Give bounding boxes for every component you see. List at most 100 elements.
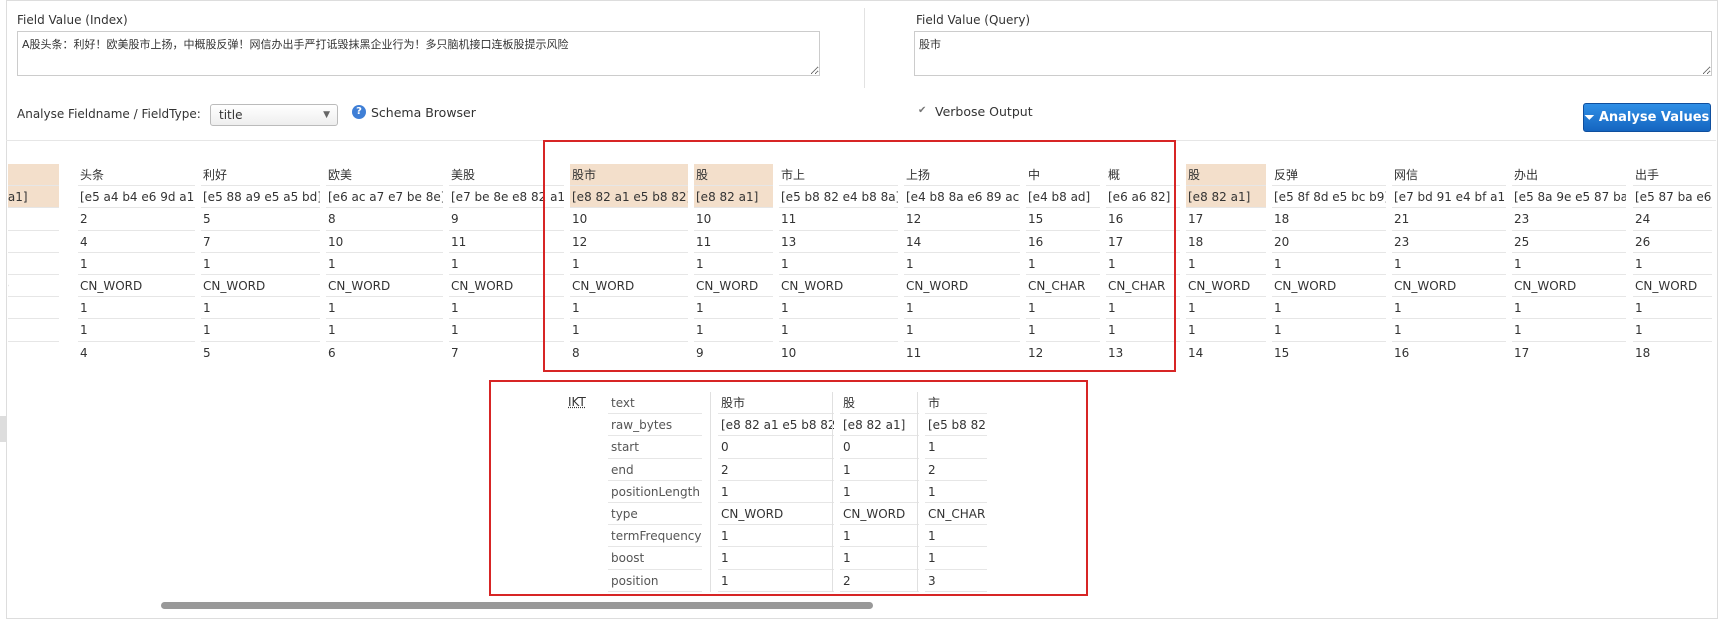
token-text: 头条 bbox=[78, 164, 195, 187]
token-tf bbox=[8, 297, 59, 320]
query-field-label: Field Value (Query) bbox=[916, 13, 1031, 27]
fieldtype-select[interactable]: title ▼ bbox=[210, 104, 338, 126]
token-column: 欧美 [e6 ac a7 e7 be 8e] 8 10 1 CN_WORD 1 1 6 bbox=[326, 164, 443, 360]
token-pos: 18 bbox=[1633, 342, 1712, 361]
token-pos: 17 bbox=[1512, 342, 1626, 361]
token-boost: 1 bbox=[1633, 319, 1712, 342]
token-text: 股 bbox=[1186, 164, 1266, 187]
token-posLen: 1 bbox=[326, 253, 443, 275]
token-end: 4 bbox=[78, 231, 195, 253]
token-pos: 15 bbox=[1272, 342, 1386, 361]
token-start: 21 bbox=[1392, 208, 1506, 231]
token-tf: 1 bbox=[326, 297, 443, 320]
token-tf: 1 bbox=[1392, 297, 1506, 320]
token-type: CN_WORD bbox=[1186, 275, 1266, 298]
token-raw: [e5 88 a9 e5 a5 bd] bbox=[201, 186, 320, 209]
token-boost: 1 bbox=[326, 319, 443, 342]
token-boost: 1 bbox=[1186, 319, 1266, 342]
analyse-values-button[interactable]: ⏷ Analyse Values bbox=[1583, 103, 1711, 132]
token-tf: 1 bbox=[201, 297, 320, 320]
fieldtype-label: Analyse Fieldname / FieldType: bbox=[17, 107, 201, 121]
token-end: 23 bbox=[1392, 231, 1506, 253]
token-start: 18 bbox=[1272, 208, 1386, 231]
panel-divider bbox=[864, 8, 865, 88]
token-end: 10 bbox=[326, 231, 443, 253]
token-type: WORD bbox=[8, 275, 59, 298]
token-end: 25 bbox=[1512, 231, 1626, 253]
token-end: 7 bbox=[201, 231, 320, 253]
token-type: CN_WORD bbox=[1512, 275, 1626, 298]
highlight-box-ikt bbox=[489, 380, 1088, 596]
token-raw: [e8 82 a1] bbox=[1186, 186, 1266, 209]
token-tf: 1 bbox=[1633, 297, 1712, 320]
horizontal-scrollbar[interactable] bbox=[161, 602, 873, 609]
query-field-textarea[interactable] bbox=[914, 31, 1712, 76]
token-tf: 1 bbox=[1186, 297, 1266, 320]
verbose-checkbox[interactable]: ✔ bbox=[918, 106, 928, 116]
token-column: 利好 [e5 88 a9 e5 a5 bd] 5 7 1 CN_WORD 1 1 5 bbox=[201, 164, 320, 360]
token-end: 26 bbox=[1633, 231, 1712, 253]
token-column: 股 [e8 82 a1] 17 18 1 CN_WORD 1 1 14 bbox=[1186, 164, 1266, 360]
token-start: 5 bbox=[201, 208, 320, 231]
token-end: 18 bbox=[1186, 231, 1266, 253]
token-posLen: 1 bbox=[1272, 253, 1386, 275]
token-text: 办出 bbox=[1512, 164, 1626, 187]
index-field-textarea[interactable] bbox=[17, 31, 820, 76]
token-raw: [e5 a4 b4 e6 9d a1] bbox=[78, 186, 195, 209]
schema-browser-link[interactable]: Schema Browser bbox=[371, 105, 476, 120]
token-posLen: 1 bbox=[1633, 253, 1712, 275]
token-raw: [e5 87 ba e6 8 bbox=[1633, 186, 1712, 209]
token-raw: [e7 bd 91 e4 bf a1] bbox=[1392, 186, 1506, 209]
token-boost: 1 bbox=[1392, 319, 1506, 342]
token-end: 20 bbox=[1272, 231, 1386, 253]
token-boost bbox=[8, 319, 59, 342]
chevron-down-icon: ▼ bbox=[323, 110, 330, 120]
token-raw: e8 82 a1] bbox=[8, 186, 59, 209]
filter-icon: ⏷ bbox=[1584, 110, 1595, 124]
token-pos: 5 bbox=[201, 342, 320, 361]
token-type: CN_WORD bbox=[1633, 275, 1712, 298]
token-tf: 1 bbox=[78, 297, 195, 320]
token-tf: 1 bbox=[1272, 297, 1386, 320]
token-pos: 16 bbox=[1392, 342, 1506, 361]
token-pos: 6 bbox=[326, 342, 443, 361]
token-boost: 1 bbox=[201, 319, 320, 342]
token-start: 8 bbox=[326, 208, 443, 231]
token-posLen bbox=[8, 253, 59, 275]
token-raw: [e5 8f 8d e5 bc b9] bbox=[1272, 186, 1386, 209]
token-posLen: 1 bbox=[78, 253, 195, 275]
token-column: 网信 [e7 bd 91 e4 bf a1] 21 23 1 CN_WORD 1 1 16 bbox=[1392, 164, 1506, 360]
token-raw: [e6 ac a7 e7 be 8e] bbox=[326, 186, 443, 209]
token-start: 23 bbox=[1512, 208, 1626, 231]
token-boost: 1 bbox=[78, 319, 195, 342]
token-raw: [e5 8a 9e e5 87 ba] bbox=[1512, 186, 1626, 209]
token-text: 网信 bbox=[1392, 164, 1506, 187]
token-pos: 14 bbox=[1186, 342, 1266, 361]
token-type: CN_WORD bbox=[78, 275, 195, 298]
token-start: 24 bbox=[1633, 208, 1712, 231]
ikt-column-separator bbox=[917, 392, 918, 592]
index-field-label: Field Value (Index) bbox=[17, 13, 128, 27]
token-tf: 1 bbox=[1512, 297, 1626, 320]
token-type: CN_WORD bbox=[1392, 275, 1506, 298]
token-pos bbox=[8, 342, 59, 361]
ikt-column-separator bbox=[710, 392, 711, 592]
token-start bbox=[8, 208, 59, 231]
token-column: 出手[e5 87 ba e6 824261CN_WORD1118 bbox=[1633, 164, 1712, 360]
token-text: 反弹 bbox=[1272, 164, 1386, 187]
help-icon[interactable]: ? bbox=[352, 105, 366, 119]
token-column: 办出 [e5 8a 9e e5 87 ba] 23 25 1 CN_WORD 1 1 17 bbox=[1512, 164, 1626, 360]
highlight-box-tokens bbox=[543, 140, 1176, 372]
token-start: 2 bbox=[78, 208, 195, 231]
token-column: e8 82 a1] WORD bbox=[8, 164, 59, 360]
token-column: 头条 [e5 a4 b4 e6 9d a1] 2 4 1 CN_WORD 1 1 4 bbox=[78, 164, 195, 360]
token-posLen: 1 bbox=[1392, 253, 1506, 275]
token-boost: 1 bbox=[1272, 319, 1386, 342]
token-posLen: 1 bbox=[201, 253, 320, 275]
fieldtype-select-value: title bbox=[219, 108, 243, 122]
token-type: CN_WORD bbox=[1272, 275, 1386, 298]
ikt-column-separator bbox=[832, 392, 833, 592]
token-text bbox=[8, 164, 59, 187]
token-posLen: 1 bbox=[1512, 253, 1626, 275]
token-column: 反弹 [e5 8f 8d e5 bc b9] 18 20 1 CN_WORD 1 1 15 bbox=[1272, 164, 1386, 360]
